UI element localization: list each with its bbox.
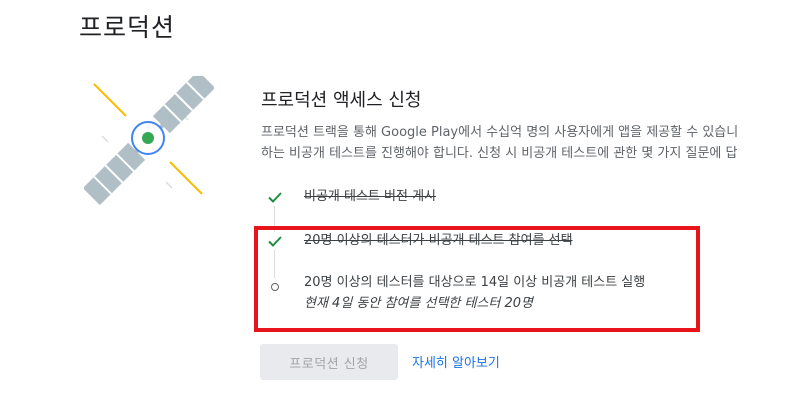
apply-production-button[interactable]: 프로덕션 신청 [260,344,398,380]
learn-more-link[interactable]: 자세히 알아보기 [412,352,500,371]
highlight-annotation-box [254,226,700,332]
section-description: 프로덕션 트랙을 통해 Google Play에서 수십억 명의 사용자에게 앱… [261,122,738,164]
checkmark-icon [266,188,284,206]
section-title: 프로덕션 액세스 신청 [261,90,422,111]
page-title: 프로덕션 [79,13,176,42]
description-line: 프로덕션 트랙을 통해 Google Play에서 수십억 명의 사용자에게 앱… [261,125,739,140]
production-page: 프로덕션 프로덕션 액세스 신청 프로덕션 트랙을 통해 Google Play… [0,0,800,396]
satellite-icon [82,70,216,206]
step-label: 비공개 테스트 버전 게시 [304,189,436,204]
description-line: 하는 비공개 테스트를 진행해야 합니다. 신청 시 비공개 테스트에 관한 몇… [261,146,738,161]
